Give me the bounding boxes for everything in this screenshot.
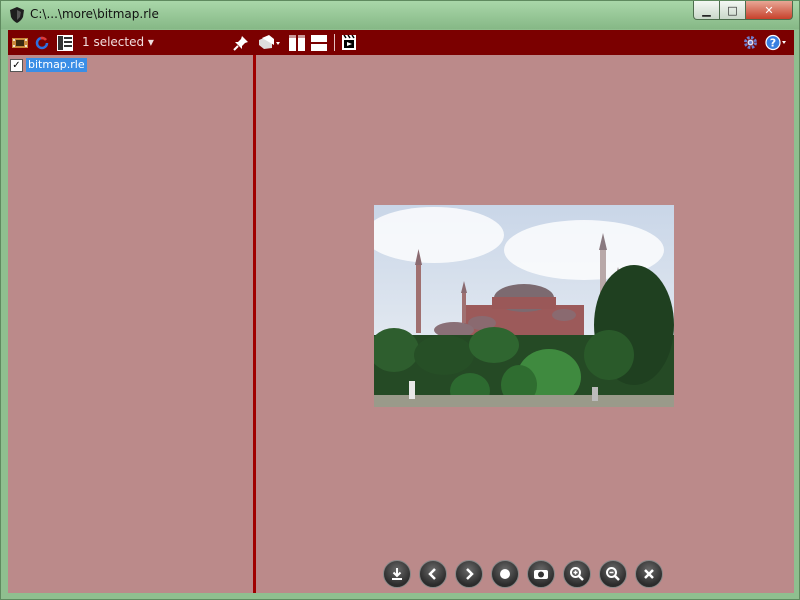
zoom-in-icon[interactable] [563,560,591,588]
help-icon[interactable]: ? [765,33,787,52]
next-icon[interactable] [455,560,483,588]
image-preview [374,205,674,407]
tags-icon[interactable] [258,33,280,52]
app-window: C:\...\more\bitmap.rle ▁ □ ✕ 1 selected … [0,0,800,600]
camera-icon[interactable] [527,560,555,588]
file-list-pane[interactable]: ✓ bitmap.rle [8,55,253,593]
settings-icon[interactable] [742,33,759,52]
window-controls: ▁ □ ✕ [693,1,793,21]
title-bar[interactable]: C:\...\more\bitmap.rle ▁ □ ✕ [1,1,799,29]
previous-icon[interactable] [419,560,447,588]
split-vertical-icon[interactable] [289,33,305,52]
toolbar: 1 selected ▾ ? [8,30,794,55]
record-icon[interactable] [491,560,519,588]
toolbar-separator [334,34,335,51]
minimize-button[interactable]: ▁ [693,1,720,20]
refresh-icon[interactable] [35,33,49,52]
split-horizontal-icon[interactable] [311,33,327,52]
close-button[interactable]: ✕ [746,1,793,20]
list-view-icon[interactable] [57,33,73,52]
preview-pane [256,55,794,593]
file-name[interactable]: bitmap.rle [26,58,87,72]
film-icon[interactable] [12,33,28,52]
maximize-button[interactable]: □ [720,1,746,20]
pin-icon[interactable] [233,33,249,52]
close-icon[interactable] [635,560,663,588]
shield-icon [10,7,24,23]
zoom-out-icon[interactable] [599,560,627,588]
window-title: C:\...\more\bitmap.rle [30,7,159,21]
selection-dropdown[interactable]: 1 selected ▾ [82,35,154,49]
download-icon[interactable] [383,560,411,588]
svg-text:?: ? [770,37,776,50]
image-navigation-bar [383,560,663,588]
slideshow-icon[interactable] [341,33,357,52]
file-checkbox[interactable]: ✓ [10,58,23,72]
list-item[interactable]: ✓ bitmap.rle [10,58,87,72]
